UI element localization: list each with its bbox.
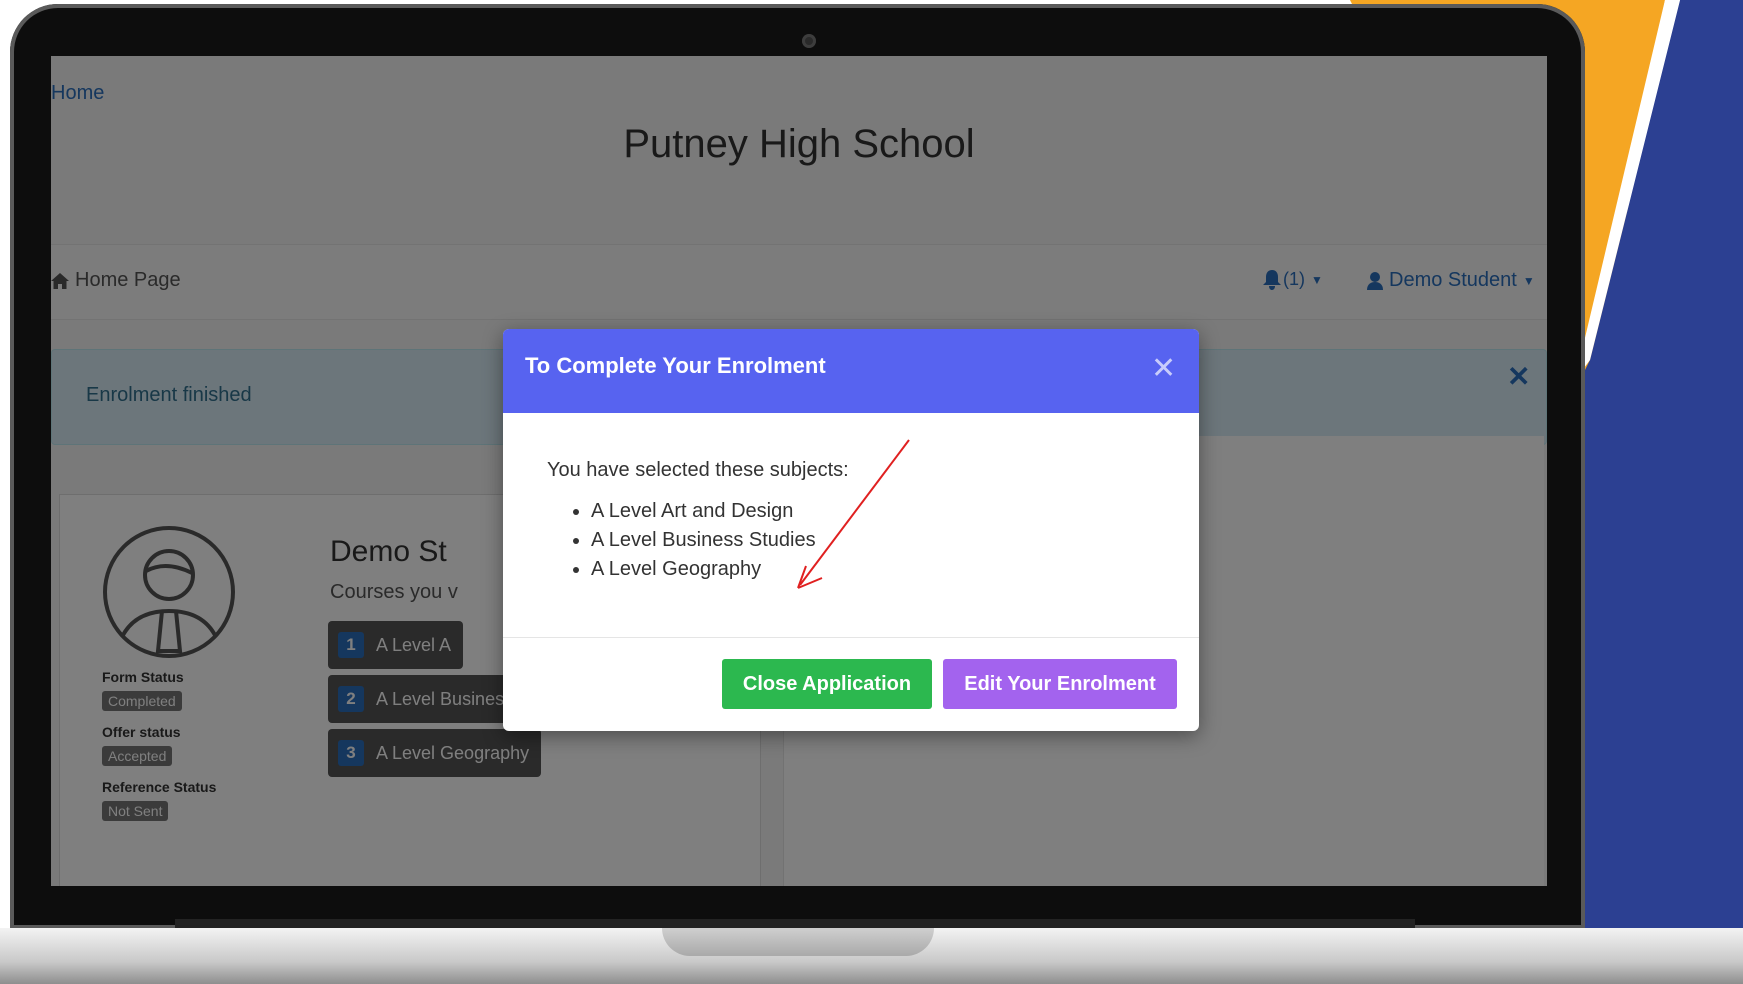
list-item: A Level Geography [591,555,816,584]
camera-icon [802,34,816,48]
subject-list: A Level Art and Design A Level Business … [543,497,816,584]
modal-header: To Complete Your Enrolment ✕ [503,329,1199,413]
modal-intro-text: You have selected these subjects: [547,459,849,481]
close-application-button[interactable]: Close Application [722,659,932,709]
edit-enrolment-button[interactable]: Edit Your Enrolment [943,659,1177,709]
enrolment-modal: To Complete Your Enrolment ✕ You have se… [503,329,1199,731]
modal-title: To Complete Your Enrolment [525,353,826,378]
modal-divider [503,637,1199,638]
list-item: A Level Business Studies [591,526,816,555]
list-item: A Level Art and Design [591,497,816,526]
laptop-screen: Home Putney High School Home Page (1) ▼ … [51,56,1547,886]
close-icon[interactable]: ✕ [1151,351,1176,386]
laptop-notch [662,928,934,956]
